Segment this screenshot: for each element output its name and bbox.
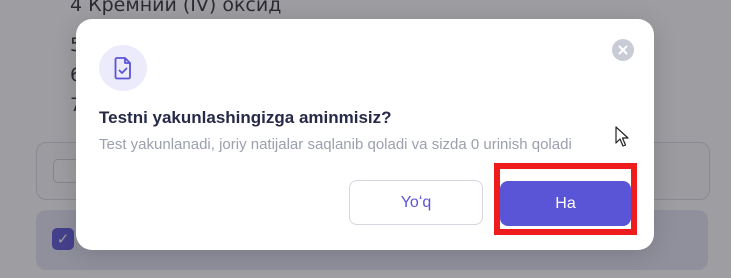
confirm-finish-dialog: Testni yakunlashingizga aminmisiz? Test … (76, 19, 654, 250)
document-check-icon (99, 45, 147, 91)
cancel-button[interactable]: Yoʻq (349, 180, 483, 225)
confirm-button[interactable]: Ha (500, 181, 631, 226)
dialog-message: Test yakunlanadi, joriy natijalar saqlan… (99, 136, 572, 153)
dialog-title: Testni yakunlashingizga aminmisiz? (99, 108, 392, 127)
mouse-cursor-icon (615, 126, 629, 147)
close-icon[interactable] (612, 39, 634, 61)
